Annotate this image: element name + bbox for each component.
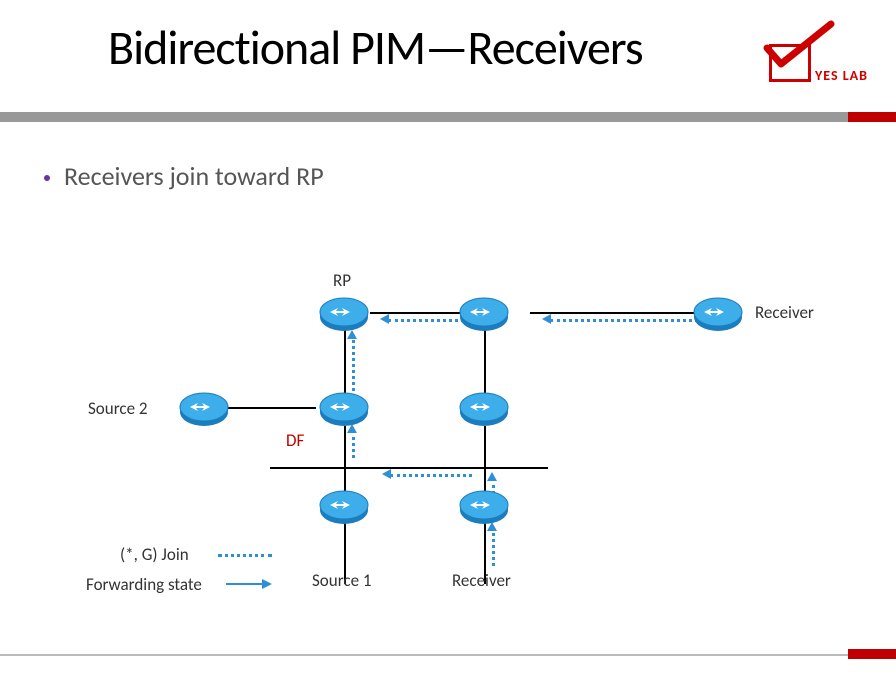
legend-forward-arrow [226,583,270,585]
label-source1: Source 1 [312,570,372,591]
divider-bar [0,112,896,122]
router-icon [458,295,510,333]
footer-divider [0,654,896,656]
label-source2: Source 2 [88,398,148,419]
router-icon [458,488,510,526]
label-rp: RP [333,270,351,291]
router-icon [318,295,370,333]
router-icon [458,390,510,428]
network-diagram: RP Receiver Source 2 DF (*, G) Join Forw… [90,240,810,640]
legend-join-line [218,554,272,557]
divider-accent [848,112,896,122]
label-join: (*, G) Join [120,544,189,565]
page-title: Bidirectional PIM—Receivers [108,18,643,77]
router-icon [178,390,230,428]
router-icon [692,295,744,333]
label-df: DF [286,430,304,451]
router-icon [318,488,370,526]
yeslab-logo: YES LAB [769,44,868,82]
router-icon [318,390,370,428]
label-forwarding: Forwarding state [86,574,202,595]
check-icon [763,20,835,72]
bullet-item: Receivers join toward RP [44,160,324,192]
bullet-text: Receivers join toward RP [64,160,324,192]
bullet-dot-icon [44,175,50,181]
footer-accent [848,649,896,659]
label-receiver-bottom: Receiver [452,570,511,591]
label-receiver-right: Receiver [755,302,814,323]
